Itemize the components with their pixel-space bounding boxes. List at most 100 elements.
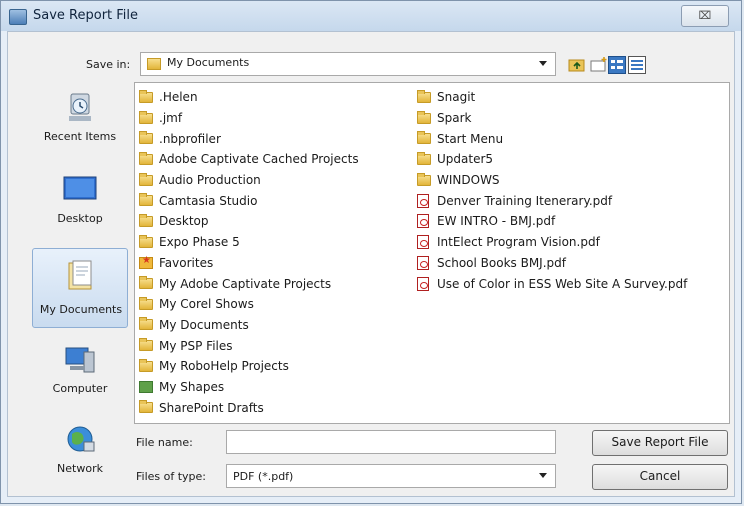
folder-icon xyxy=(417,89,431,103)
list-item[interactable]: Use of Color in ESS Web Site A Survey.pd… xyxy=(417,273,687,294)
close-button[interactable]: ⌧ xyxy=(681,5,729,27)
list-item[interactable]: Adobe Captivate Cached Projects xyxy=(139,149,359,170)
title-bar: Save Report File ⌧ xyxy=(1,1,741,31)
file-name: School Books BMJ.pdf xyxy=(437,255,566,270)
folder-icon xyxy=(139,172,153,186)
app-icon xyxy=(9,9,27,25)
folder-icon xyxy=(417,131,431,145)
list-item[interactable]: Audio Production xyxy=(139,170,359,191)
cancel-button[interactable]: Cancel xyxy=(592,464,728,490)
up-one-level-icon[interactable] xyxy=(568,56,586,74)
pdf-icon xyxy=(417,235,429,250)
folder-icon xyxy=(139,358,153,372)
file-name: IntElect Program Vision.pdf xyxy=(437,235,600,250)
place-desktop[interactable]: Desktop xyxy=(32,168,128,238)
folder-icon xyxy=(147,58,161,70)
list-item[interactable]: Desktop xyxy=(139,211,359,232)
folder-icon xyxy=(139,213,153,227)
file-name: Desktop xyxy=(159,214,209,229)
file-name: .nbprofiler xyxy=(159,131,221,146)
list-item[interactable]: Camtasia Studio xyxy=(139,190,359,211)
my-documents-icon xyxy=(68,260,92,290)
favorites-icon xyxy=(139,255,153,269)
file-column-2: Snagit Spark Start Menu Updater5 WINDOWS… xyxy=(417,87,687,294)
list-item[interactable]: Snagit xyxy=(417,87,687,108)
list-item[interactable]: Expo Phase 5 xyxy=(139,232,359,253)
list-item[interactable]: .nbprofiler xyxy=(139,128,359,149)
list-item[interactable]: My Adobe Captivate Projects xyxy=(139,273,359,294)
file-name: My PSP Files xyxy=(159,338,233,353)
file-name: My Corel Shows xyxy=(159,297,254,312)
pdf-icon xyxy=(417,255,429,270)
list-item[interactable]: Updater5 xyxy=(417,149,687,170)
places-bar: Recent Items Desktop My Documents Comput… xyxy=(32,86,132,506)
place-label: Computer xyxy=(52,382,108,395)
file-name: SharePoint Drafts xyxy=(159,400,264,415)
list-item[interactable]: My Shapes xyxy=(139,377,359,398)
folder-icon xyxy=(139,276,153,290)
file-name: WINDOWS xyxy=(437,173,500,188)
file-name: Favorites xyxy=(159,255,214,270)
folder-icon xyxy=(139,400,153,414)
window-title: Save Report File xyxy=(33,8,139,23)
list-item[interactable]: School Books BMJ.pdf xyxy=(417,253,687,274)
list-item[interactable]: Spark xyxy=(417,108,687,129)
new-folder-icon[interactable] xyxy=(590,56,608,74)
place-network[interactable]: Network xyxy=(32,418,128,488)
folder-icon xyxy=(417,110,431,124)
file-list[interactable]: .Helen .jmf .nbprofiler Adobe Captivate … xyxy=(134,82,730,424)
folder-icon xyxy=(139,131,153,145)
folder-icon xyxy=(417,172,431,186)
chevron-down-icon xyxy=(539,473,547,478)
place-label: Recent Items xyxy=(43,130,117,143)
place-computer[interactable]: Computer xyxy=(32,338,128,408)
file-name: Denver Training Itenerary.pdf xyxy=(437,193,613,208)
file-name: Audio Production xyxy=(159,173,261,188)
folder-icon xyxy=(139,89,153,103)
save-in-dropdown[interactable]: My Documents xyxy=(140,52,556,76)
list-item[interactable]: My Documents xyxy=(139,315,359,336)
list-item[interactable]: .jmf xyxy=(139,108,359,129)
file-name: Start Menu xyxy=(437,131,504,146)
list-item[interactable]: IntElect Program Vision.pdf xyxy=(417,232,687,253)
chevron-down-icon xyxy=(539,61,547,66)
list-item[interactable]: Favorites xyxy=(139,253,359,274)
list-item[interactable]: Denver Training Itenerary.pdf xyxy=(417,190,687,211)
file-type-dropdown[interactable]: PDF (*.pdf) xyxy=(226,464,556,488)
save-report-file-button[interactable]: Save Report File xyxy=(592,430,728,456)
file-name: EW INTRO - BMJ.pdf xyxy=(437,214,556,229)
save-report-dialog: Save Report File ⌧ Save in: My Documents xyxy=(0,0,742,504)
file-name: My RoboHelp Projects xyxy=(159,359,289,374)
file-name: Snagit xyxy=(437,90,476,105)
place-recent-items[interactable]: Recent Items xyxy=(32,86,128,156)
save-in-label: Save in: xyxy=(86,58,131,71)
folder-icon xyxy=(139,338,153,352)
file-name: My Shapes xyxy=(159,379,225,394)
file-name-label: File name: xyxy=(136,436,193,449)
file-name: Use of Color in ESS Web Site A Survey.pd… xyxy=(437,276,688,291)
pdf-icon xyxy=(417,214,429,229)
folder-icon xyxy=(417,151,431,165)
list-item[interactable]: My Corel Shows xyxy=(139,294,359,315)
details-view-icon[interactable] xyxy=(628,56,646,74)
file-name-input[interactable] xyxy=(226,430,556,454)
folder-icon xyxy=(139,193,153,207)
list-item[interactable]: Start Menu xyxy=(417,128,687,149)
list-item[interactable]: SharePoint Drafts xyxy=(139,397,359,418)
folder-icon xyxy=(139,296,153,310)
file-name: Updater5 xyxy=(437,152,494,167)
file-name: My Adobe Captivate Projects xyxy=(159,276,332,291)
list-view-icon[interactable] xyxy=(608,56,626,74)
file-name: Camtasia Studio xyxy=(159,193,258,208)
list-item[interactable]: .Helen xyxy=(139,87,359,108)
folder-icon xyxy=(139,317,153,331)
file-name: My Documents xyxy=(159,317,249,332)
list-item[interactable]: WINDOWS xyxy=(417,170,687,191)
list-item[interactable]: My PSP Files xyxy=(139,335,359,356)
pdf-icon xyxy=(417,193,429,208)
list-item[interactable]: EW INTRO - BMJ.pdf xyxy=(417,211,687,232)
file-name: Adobe Captivate Cached Projects xyxy=(159,152,359,167)
computer-icon xyxy=(65,347,95,373)
list-item[interactable]: My RoboHelp Projects xyxy=(139,356,359,377)
place-my-documents[interactable]: My Documents xyxy=(32,248,128,328)
